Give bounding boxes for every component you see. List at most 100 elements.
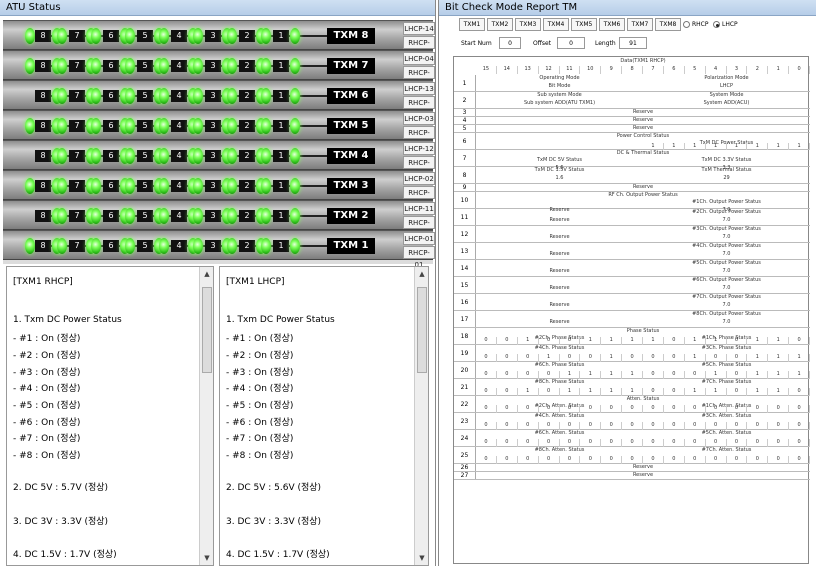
bit-value: 0 bbox=[497, 405, 518, 413]
rhcp-port-label[interactable]: RHCP-12 bbox=[403, 156, 435, 179]
status-led-icon bbox=[261, 208, 271, 224]
rhcp-label: RHCP bbox=[692, 21, 709, 28]
row-number: 19 bbox=[454, 345, 476, 361]
rhcp-port-label[interactable]: RHCP-11 bbox=[403, 216, 435, 239]
lhcp-port-label[interactable]: LHCP-13 bbox=[403, 82, 435, 95]
status-led-icon bbox=[25, 58, 35, 74]
start-num-input[interactable]: 0 bbox=[499, 37, 521, 49]
scroll-up-icon[interactable]: ▲ bbox=[415, 267, 428, 281]
lhcp-port-label[interactable]: LHCP-02 bbox=[403, 172, 435, 185]
led-number: 2 bbox=[239, 240, 255, 252]
table-row: 11 #2Ch. Output Power Status Reserve 7.0 bbox=[454, 209, 810, 226]
bit-header: 11 bbox=[560, 66, 581, 74]
rhcp-port-label[interactable]: RHCP-02 bbox=[403, 186, 435, 209]
row-number: 4 bbox=[454, 117, 476, 124]
bit-value: 0 bbox=[497, 371, 518, 379]
length-input[interactable]: 91 bbox=[619, 37, 647, 49]
bit-value: 0 bbox=[539, 456, 560, 464]
txm-tab[interactable]: TXM4 bbox=[543, 18, 569, 31]
status-led-icon bbox=[290, 208, 300, 224]
status-led-icon bbox=[57, 178, 67, 194]
bit-value: 0 bbox=[643, 354, 664, 362]
status-led-icon bbox=[193, 28, 203, 44]
bit-header: 12 bbox=[539, 66, 560, 74]
rhcp-port-label[interactable]: RHCP-03 bbox=[403, 126, 435, 149]
bit-value: 1 bbox=[706, 337, 727, 345]
txm-label: TXM 6 bbox=[327, 88, 375, 104]
row-caption: Phase Status bbox=[626, 328, 660, 334]
status-led-icon bbox=[91, 178, 101, 194]
field-left: #8Ch. Atten. Status bbox=[534, 447, 585, 453]
led-number: 1 bbox=[273, 30, 289, 42]
status-line: 1. Txm DC Power Status bbox=[226, 315, 335, 325]
vertical-scrollbar[interactable]: ▲ ▼ bbox=[414, 267, 428, 565]
bit-value: 0 bbox=[643, 405, 664, 413]
bit-value: 0 bbox=[497, 337, 518, 345]
field-left: 1.6 bbox=[555, 175, 564, 181]
row-caption: Reserve bbox=[632, 117, 654, 123]
field-left: #6Ch. Phase Status bbox=[534, 362, 585, 368]
field-right: 7.0 bbox=[722, 234, 731, 240]
bit-title: Bit Check Mode Report TM bbox=[439, 0, 816, 16]
status-line: - #7 : On (정상) bbox=[13, 434, 81, 444]
bit-value: 0 bbox=[560, 439, 581, 447]
field-left: Reserve bbox=[549, 251, 570, 257]
bit-value: 0 bbox=[664, 388, 685, 396]
txm-tab[interactable]: TXM5 bbox=[571, 18, 597, 31]
led-number: 3 bbox=[205, 60, 221, 72]
status-led-icon bbox=[57, 58, 67, 74]
rhcp-port-label[interactable]: RHCP-14 bbox=[403, 36, 435, 59]
row-number: 23 bbox=[454, 413, 476, 429]
bit-value: 0 bbox=[747, 439, 769, 447]
rhcp-port-label[interactable]: RHCP-01 bbox=[403, 246, 435, 269]
bit-value: 0 bbox=[706, 456, 727, 464]
led-number: 3 bbox=[205, 210, 221, 222]
field-left: Reserve bbox=[549, 217, 570, 223]
scroll-up-icon[interactable]: ▲ bbox=[200, 267, 213, 281]
txm-tab[interactable]: TXM2 bbox=[487, 18, 513, 31]
lhcp-port-label[interactable]: LHCP-11 bbox=[403, 202, 435, 215]
field-left: Reserve bbox=[549, 285, 570, 291]
field-left: #4Ch. Phase Status bbox=[534, 345, 585, 351]
led-number: 5 bbox=[137, 30, 153, 42]
scroll-down-icon[interactable]: ▼ bbox=[415, 551, 428, 565]
txm-tab[interactable]: TXM6 bbox=[599, 18, 625, 31]
scroll-thumb[interactable] bbox=[202, 287, 212, 373]
status-led-icon bbox=[91, 238, 101, 254]
bit-check-window: Bit Check Mode Report TM TXM1 TXM2 TXM3 TXM… bbox=[438, 0, 816, 566]
txm-tab[interactable]: TXM1 bbox=[459, 18, 485, 31]
lhcp-status-panel[interactable]: [TXM1 LHCP] 1. Txm DC Power Status - #1 : … bbox=[219, 266, 429, 566]
txm-tab[interactable]: TXM8 bbox=[655, 18, 681, 31]
field-right: System ADD(ACU) bbox=[703, 100, 750, 106]
bit-value: 1 bbox=[643, 143, 664, 150]
vertical-scrollbar[interactable]: ▲ ▼ bbox=[199, 267, 213, 565]
lhcp-port-label[interactable]: LHCP-04 bbox=[403, 52, 435, 65]
table-row: 7 DC & Thermal Status TxM DC 5V Status TxM … bbox=[454, 150, 810, 171]
bit-value: 1 bbox=[685, 354, 706, 362]
lhcp-radio[interactable]: LHCP bbox=[713, 21, 738, 28]
status-led-icon bbox=[261, 148, 271, 164]
rhcp-radio[interactable]: RHCP bbox=[683, 21, 709, 28]
scroll-down-icon[interactable]: ▼ bbox=[200, 551, 213, 565]
status-led-icon bbox=[125, 238, 135, 254]
led-number: 1 bbox=[273, 180, 289, 192]
offset-input[interactable]: 0 bbox=[557, 37, 585, 49]
lhcp-port-label[interactable]: LHCP-14 bbox=[403, 22, 435, 35]
txm-tab[interactable]: TXM7 bbox=[627, 18, 653, 31]
lhcp-port-label[interactable]: LHCP-12 bbox=[403, 142, 435, 155]
txm-tab[interactable]: TXM3 bbox=[515, 18, 541, 31]
rhcp-port-label[interactable]: RHCP-56 bbox=[403, 66, 435, 89]
bit-header: 0 bbox=[789, 66, 810, 74]
bit-value: 0 bbox=[789, 405, 810, 413]
rhcp-port-label[interactable]: RHCP-13 bbox=[403, 96, 435, 119]
led-number: 4 bbox=[171, 60, 187, 72]
field-left: Sub system ADD(ATU TXM1) bbox=[523, 100, 596, 106]
scroll-thumb[interactable] bbox=[417, 287, 427, 373]
rhcp-status-panel[interactable]: [TXM1 RHCP] 1. Txm DC Power Status - #1 : … bbox=[6, 266, 214, 566]
status-led-icon bbox=[290, 88, 300, 104]
bit-value: 0 bbox=[580, 456, 602, 464]
bit-value: 0 bbox=[518, 354, 539, 362]
lhcp-port-label[interactable]: LHCP-01 bbox=[403, 232, 435, 245]
lhcp-port-label[interactable]: LHCP-03 bbox=[403, 112, 435, 125]
status-led-icon bbox=[57, 28, 67, 44]
